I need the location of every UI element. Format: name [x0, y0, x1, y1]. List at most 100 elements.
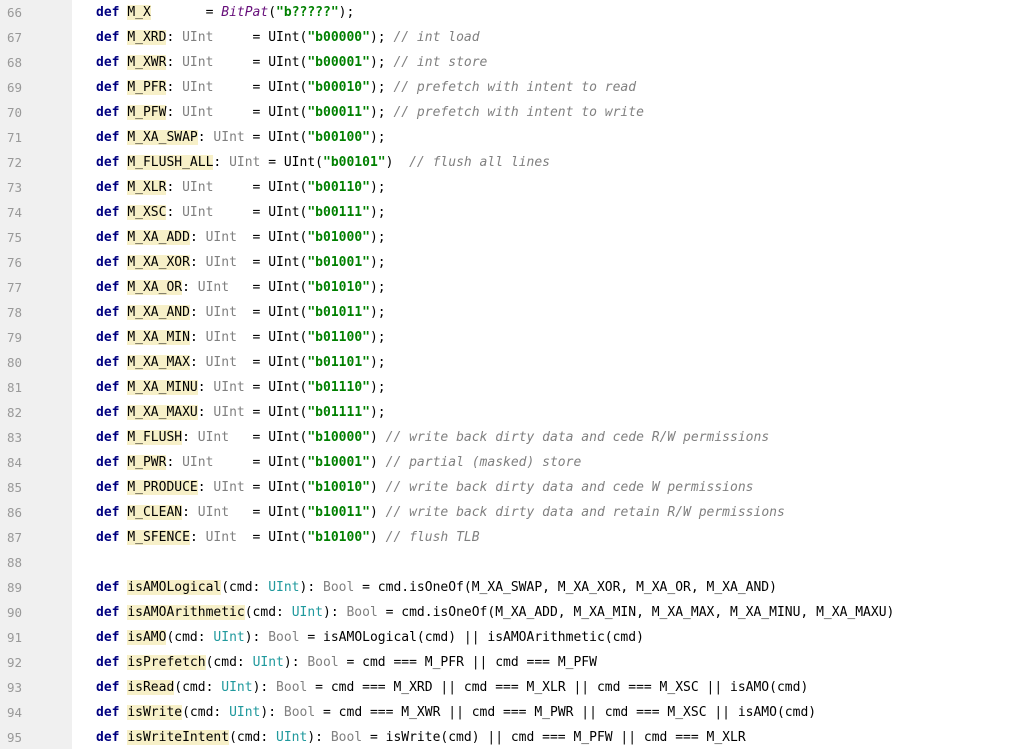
- code-text: def M_PRODUCE: UInt = UInt("b10010") // …: [96, 475, 754, 500]
- code-line[interactable]: 88: [0, 550, 1035, 575]
- type-token: UInt: [205, 255, 237, 270]
- code-token: :: [213, 155, 230, 170]
- code-line[interactable]: 66 def M_X = BitPat("b?????");: [0, 0, 1035, 25]
- identifier-token: M_PFR: [127, 80, 167, 95]
- code-token: (cmd:: [166, 630, 214, 645]
- code-line[interactable]: 77 def M_XA_OR: UInt = UInt("b01010");: [0, 275, 1035, 300]
- code-line[interactable]: 67 def M_XRD: UInt = UInt("b00000"); // i…: [0, 25, 1035, 50]
- code-line[interactable]: 81 def M_XA_MINU: UInt = UInt("b01110");: [0, 375, 1035, 400]
- line-number: 67: [7, 30, 23, 45]
- identifier-token: M_PRODUCE: [127, 480, 198, 495]
- code-line[interactable]: 85 def M_PRODUCE: UInt = UInt("b10010") /…: [0, 475, 1035, 500]
- code-line[interactable]: 86 def M_CLEAN: UInt = UInt("b10011") // …: [0, 500, 1035, 525]
- code-line[interactable]: 93 def isRead(cmd: UInt): Bool = cmd === …: [0, 675, 1035, 700]
- keyword-token: def: [96, 30, 120, 45]
- keyword-token: def: [96, 530, 120, 545]
- string-literal-token: "b00110": [307, 180, 370, 195]
- code-line[interactable]: 92 def isPrefetch(cmd: UInt): Bool = cmd …: [0, 650, 1035, 675]
- keyword-token: def: [96, 55, 120, 70]
- param-type-token: UInt: [268, 580, 300, 595]
- code-line[interactable]: 75 def M_XA_ADD: UInt = UInt("b01000");: [0, 225, 1035, 250]
- code-token: );: [369, 80, 386, 95]
- type-token: Bool: [330, 730, 363, 745]
- keyword-token: def: [96, 505, 120, 520]
- code-token: ): [369, 455, 378, 470]
- code-token: :: [197, 405, 214, 420]
- code-line[interactable]: 89 def isAMOLogical(cmd: UInt): Bool = cm…: [0, 575, 1035, 600]
- type-token: UInt: [182, 205, 214, 220]
- code-line[interactable]: 84 def M_PWR: UInt = UInt("b10001") // pa…: [0, 450, 1035, 475]
- type-token: Bool: [346, 605, 378, 620]
- code-line[interactable]: 71 def M_XA_SWAP: UInt = UInt("b00100");: [0, 125, 1035, 150]
- line-number: 93: [7, 680, 23, 695]
- code-editor[interactable]: 66 def M_X = BitPat("b?????"); 67 def M_XRD…: [0, 0, 1035, 749]
- identifier-token: M_XA_AND: [127, 305, 190, 320]
- code-token: = UInt(: [213, 180, 308, 195]
- code-token: :: [197, 480, 214, 495]
- code-token: = UInt(: [236, 230, 308, 245]
- code-line[interactable]: 95 def isWriteIntent(cmd: UInt): Bool = i…: [0, 725, 1035, 750]
- param-type-token: UInt: [291, 605, 323, 620]
- code-line[interactable]: 74 def M_XSC: UInt = UInt("b00111");: [0, 200, 1035, 225]
- code-token: = UInt(: [244, 480, 308, 495]
- code-token: :: [182, 430, 198, 445]
- code-text: def M_XRD: UInt = UInt("b00000"); // int…: [96, 25, 480, 50]
- type-token: UInt: [182, 180, 214, 195]
- code-line[interactable]: 69 def M_PFR: UInt = UInt("b00010"); // p…: [0, 75, 1035, 100]
- keyword-token: def: [96, 355, 120, 370]
- code-token: :: [182, 505, 198, 520]
- type-token: UInt: [213, 480, 245, 495]
- code-text: def M_XA_XOR: UInt = UInt("b01001");: [96, 250, 386, 275]
- code-text: def isAMO(cmd: UInt): Bool = isAMOLogica…: [96, 625, 644, 650]
- code-line[interactable]: 70 def M_PFW: UInt = UInt("b00011"); // p…: [0, 100, 1035, 125]
- type-token: UInt: [182, 105, 214, 120]
- code-token: = UInt(: [236, 355, 308, 370]
- type-token: UInt: [213, 405, 245, 420]
- keyword-token: def: [96, 655, 120, 670]
- code-line[interactable]: 76 def M_XA_XOR: UInt = UInt("b01001");: [0, 250, 1035, 275]
- string-literal-token: "b00010": [307, 80, 370, 95]
- code-text: def M_XA_SWAP: UInt = UInt("b00100");: [96, 125, 386, 150]
- string-literal-token: "b10011": [307, 505, 370, 520]
- code-line[interactable]: 91 def isAMO(cmd: UInt): Bool = isAMOLogi…: [0, 625, 1035, 650]
- code-token: = UInt(: [213, 455, 308, 470]
- line-number: 74: [7, 205, 23, 220]
- code-token: = UInt(: [236, 330, 308, 345]
- keyword-token: def: [96, 705, 120, 720]
- code-token: :: [197, 380, 214, 395]
- code-token: :: [189, 355, 206, 370]
- code-line[interactable]: 94 def isWrite(cmd: UInt): Bool = cmd ===…: [0, 700, 1035, 725]
- keyword-token: def: [96, 180, 120, 195]
- line-number: 83: [7, 430, 23, 445]
- code-token: = UInt(: [213, 105, 308, 120]
- code-line[interactable]: 73 def M_XLR: UInt = UInt("b00110");: [0, 175, 1035, 200]
- code-token: ):: [283, 655, 308, 670]
- code-token: ):: [307, 730, 331, 745]
- code-line[interactable]: 79 def M_XA_MIN: UInt = UInt("b01100");: [0, 325, 1035, 350]
- identifier-token: M_XA_XOR: [127, 255, 190, 270]
- comment-token: // prefetch with intent to write: [385, 105, 644, 120]
- code-line[interactable]: 78 def M_XA_AND: UInt = UInt("b01011");: [0, 300, 1035, 325]
- code-line[interactable]: 90 def isAMOArithmetic(cmd: UInt): Bool =…: [0, 600, 1035, 625]
- identifier-token: M_PWR: [127, 455, 167, 470]
- code-token: :: [189, 530, 206, 545]
- code-token: (cmd:: [244, 605, 292, 620]
- code-line[interactable]: 80 def M_XA_MAX: UInt = UInt("b01101");: [0, 350, 1035, 375]
- type-token: UInt: [182, 455, 214, 470]
- code-token: :: [197, 130, 214, 145]
- type-token: Bool: [276, 680, 308, 695]
- line-number: 87: [7, 530, 23, 545]
- keyword-token: def: [96, 430, 120, 445]
- code-token: ): [369, 480, 378, 495]
- code-line[interactable]: 82 def M_XA_MAXU: UInt = UInt("b01111");: [0, 400, 1035, 425]
- code-token: );: [369, 205, 386, 220]
- code-token: );: [369, 280, 386, 295]
- code-token: = UInt(: [229, 505, 308, 520]
- code-line[interactable]: 72 def M_FLUSH_ALL: UInt = UInt("b00101")…: [0, 150, 1035, 175]
- code-line[interactable]: 83 def M_FLUSH: UInt = UInt("b10000") // …: [0, 425, 1035, 450]
- code-line[interactable]: 68 def M_XWR: UInt = UInt("b00001"); // i…: [0, 50, 1035, 75]
- line-number: 75: [7, 230, 23, 245]
- string-literal-token: "b10010": [307, 480, 370, 495]
- code-line[interactable]: 87 def M_SFENCE: UInt = UInt("b10100") //…: [0, 525, 1035, 550]
- code-token: = cmd.isOneOf(M_XA_SWAP, M_XA_XOR, M_XA_…: [354, 580, 777, 595]
